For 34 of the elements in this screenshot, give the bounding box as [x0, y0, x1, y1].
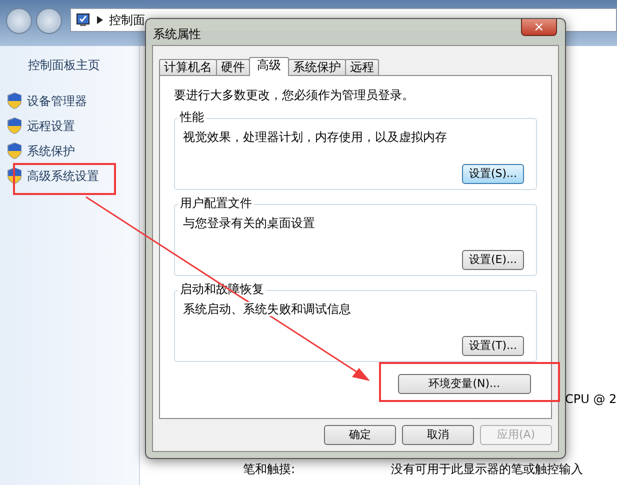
group-description: 系统启动、系统失败和调试信息: [183, 302, 351, 316]
group-description: 视觉效果，处理器计划，内存使用，以及虚拟内存: [183, 130, 447, 144]
breadcrumb-item[interactable]: 控制面: [109, 11, 145, 29]
pen-touch-label: 笔和触摸:: [243, 461, 296, 478]
close-button[interactable]: ×: [521, 19, 557, 36]
sidebar-link[interactable]: 设备管理器: [27, 92, 87, 110]
cpu-info: CPU @ 2: [565, 391, 617, 408]
dialog-button[interactable]: 取消: [402, 425, 474, 445]
admin-notice: 要进行大多数更改，您必须作为管理员登录。: [174, 87, 415, 104]
group-description: 与您登录有关的桌面设置: [183, 216, 315, 230]
sidebar-home-link[interactable]: 控制面板主页: [28, 56, 100, 74]
dialog-button[interactable]: 确定: [324, 425, 396, 445]
group-title: 性能: [178, 110, 206, 125]
sidebar-link[interactable]: 远程设置: [27, 116, 75, 134]
tab[interactable]: 计算机名: [159, 59, 217, 75]
sidebar-link[interactable]: 系统保护: [27, 142, 75, 160]
shield-icon: [7, 117, 22, 134]
shield-icon: [7, 92, 22, 109]
environment-variables-button[interactable]: 环境变量(N)...: [398, 374, 531, 394]
settings-button[interactable]: 设置(S)...: [462, 164, 524, 184]
tab[interactable]: 远程: [345, 59, 379, 75]
group-title: 用户配置文件: [178, 196, 254, 211]
shield-icon: [7, 142, 22, 159]
settings-button[interactable]: 设置(T)...: [462, 336, 524, 356]
tab[interactable]: 高级: [249, 57, 289, 76]
dialog-title: 系统属性: [153, 26, 201, 43]
settings-button[interactable]: 设置(E)...: [462, 250, 524, 270]
chevron-icon: [97, 16, 103, 24]
shield-icon: [7, 167, 22, 184]
pen-touch-value: 没有可用于此显示器的笔或触控输入: [391, 461, 583, 478]
tab[interactable]: 系统保护: [288, 59, 346, 75]
tab[interactable]: 硬件: [216, 59, 250, 75]
control-panel-icon: [75, 13, 91, 27]
sidebar-link[interactable]: 高级系统设置: [27, 166, 99, 184]
